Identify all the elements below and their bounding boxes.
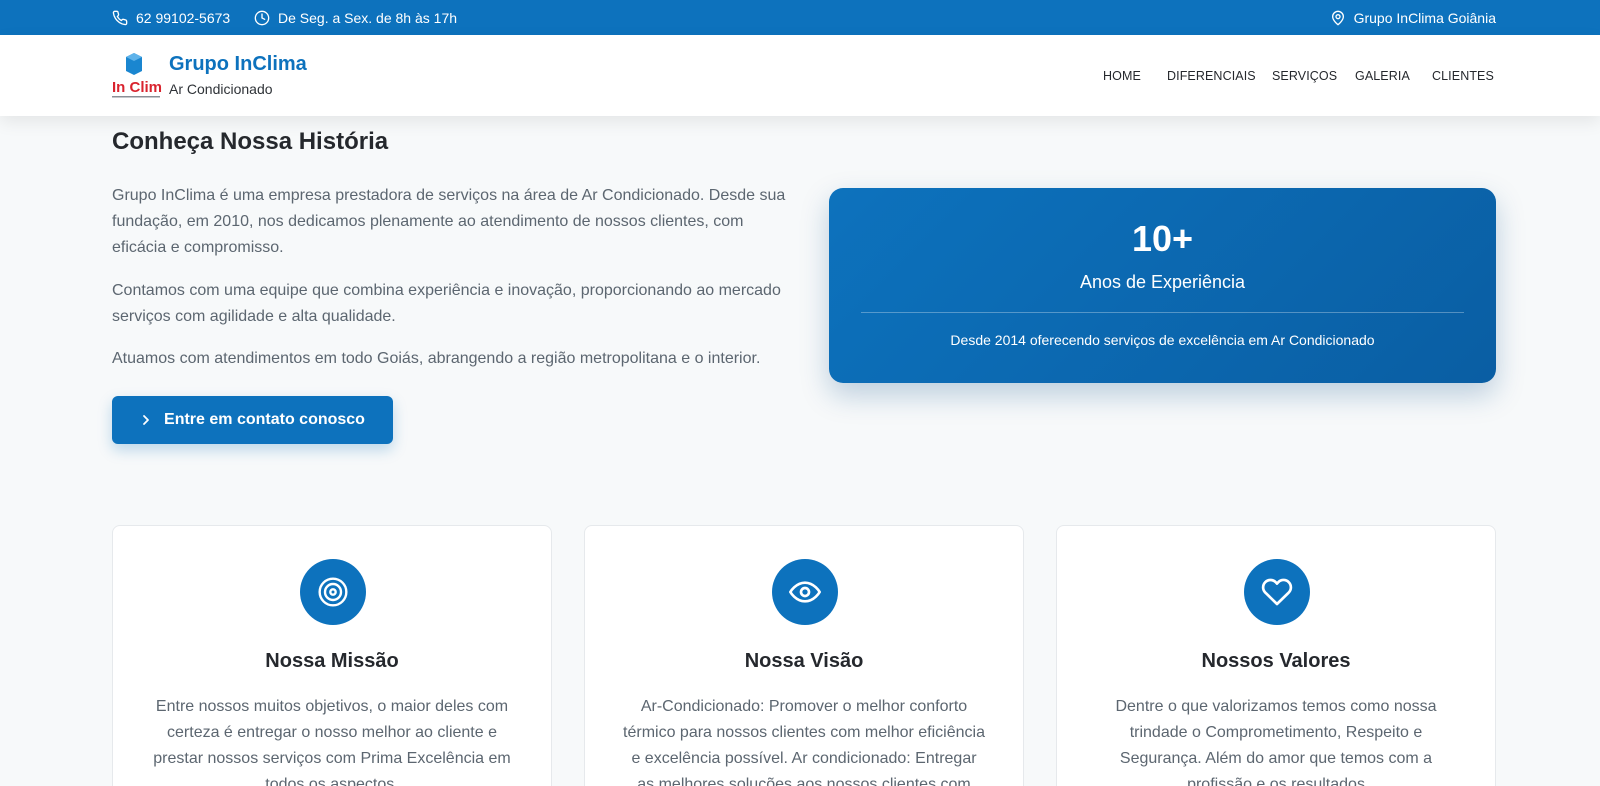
experience-description: Desde 2014 oferecendo serviços de excelê… <box>950 332 1375 348</box>
experience-number: 10+ <box>1131 218 1194 259</box>
contact-button[interactable]: Entre em contato conosco <box>112 396 393 444</box>
phone-icon <box>112 10 128 25</box>
experience-label: Anos de Experiência <box>1079 272 1246 292</box>
logo-text: In Clima <box>112 79 162 96</box>
contact-button-label: Entre em contato conosco <box>164 411 365 428</box>
top-bar: 62 99102-5673 De Seg. a Sex. de 8h às 17… <box>0 0 1600 35</box>
values-text: Dentre o que valorizamos temos como noss… <box>1115 698 1437 786</box>
business-hours: De Seg. a Sex. de 8h às 17h <box>278 9 458 26</box>
nav-diferenciais[interactable]: DIFERENCIAIS <box>1167 69 1256 83</box>
nav-galeria[interactable]: GALERIA <box>1355 69 1410 83</box>
topbar-phone[interactable]: 62 99102-5673 <box>112 0 230 35</box>
target-icon <box>318 577 348 607</box>
values-card: Nossos Valores Dentre o que valorizamos … <box>1056 525 1496 786</box>
history-title: Conheça Nossa História <box>112 128 389 155</box>
nav-servicos[interactable]: SERVIÇOS <box>1272 69 1337 83</box>
vision-title: Nossa Visão <box>744 650 864 672</box>
history-paragraph-2: Contamos com uma equipe que combina expe… <box>112 282 781 325</box>
brand-logo[interactable]: In Clima <box>112 52 171 100</box>
experience-divider <box>861 312 1464 313</box>
nav-clientes[interactable]: CLIENTES <box>1432 69 1494 83</box>
location-label: Grupo InClima Goiânia <box>1353 9 1496 26</box>
mission-text: Entre nossos muitos objetivos, o maior d… <box>153 698 511 786</box>
nav-home[interactable]: HOME <box>1103 69 1141 83</box>
values-title: Nossos Valores <box>1201 650 1351 672</box>
vision-card: Nossa Visão Ar-Condicionado: Promover o … <box>584 525 1024 786</box>
vision-text: Ar-Condicionado: Promover o melhor confo… <box>623 698 985 786</box>
history-paragraph-1: Grupo InClima é uma empresa prestadora d… <box>112 187 786 256</box>
vision-icon-badge <box>772 559 838 625</box>
brand-subtitle: Ar Condicionado <box>169 81 273 97</box>
map-pin-icon <box>1331 10 1344 25</box>
chevron-right-icon <box>143 415 149 425</box>
experience-card: 10+ Anos de Experiência Desde 2014 ofere… <box>829 188 1496 383</box>
brand-title[interactable]: Grupo InClima <box>169 53 307 76</box>
heart-icon <box>1261 578 1293 606</box>
topbar-location[interactable]: Grupo InClima Goiânia <box>1330 0 1496 35</box>
values-icon-badge <box>1244 559 1310 625</box>
history-paragraph-3: Atuamos com atendimentos em todo Goiás, … <box>112 350 761 367</box>
logo-graphic: In Clima <box>112 53 171 98</box>
eye-icon <box>789 581 821 603</box>
mission-card: Nossa Missão Entre nossos muitos objetiv… <box>112 525 552 786</box>
site-header: In Clima Grupo InClima Ar Condicionado H… <box>0 35 1600 116</box>
topbar-hours: De Seg. a Sex. de 8h às 17h <box>254 0 457 35</box>
phone-number: 62 99102-5673 <box>136 9 231 26</box>
clock-icon <box>254 10 270 25</box>
mission-icon-badge <box>300 559 366 625</box>
mission-title: Nossa Missão <box>265 650 399 672</box>
